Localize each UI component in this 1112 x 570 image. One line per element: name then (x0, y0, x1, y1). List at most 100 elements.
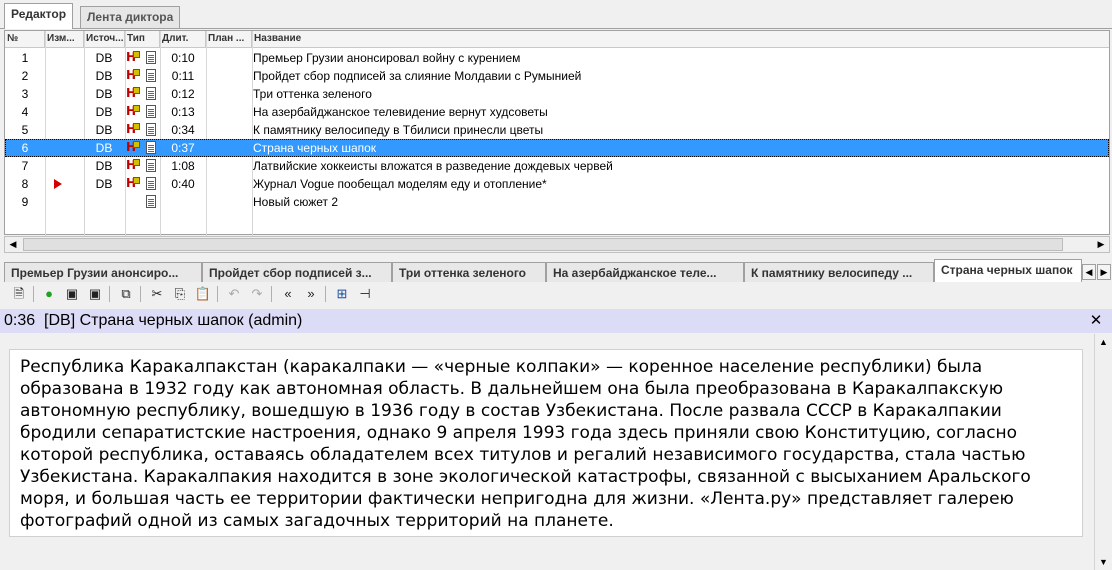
headline-type-icon: H (126, 51, 140, 64)
row-source: DB (95, 69, 113, 83)
row-number: 5 (21, 123, 29, 137)
scroll-up-icon[interactable]: ▲ (1095, 334, 1112, 350)
row-type-cell (126, 193, 160, 211)
table-row[interactable]: 8 DB H 0:40 Журнал Vogue пообещал моделям ед… (5, 175, 1109, 193)
approve-icon[interactable]: ● (39, 284, 59, 304)
row-number: 2 (21, 69, 29, 83)
headline-type-icon: H (126, 141, 140, 154)
row-duration: 0:34 (171, 123, 195, 137)
row-modified-cell (46, 49, 82, 67)
flag-icon (54, 179, 62, 189)
editor-toolbar: 🗎 ● ▣ ▣ ⧉ ✂ ⎘ 📋 ↶ ↷ « » ⊞ ⊣ (0, 282, 1112, 306)
copy-story-icon[interactable]: ⧉ (116, 284, 136, 304)
story-tab[interactable]: Три оттенка зеленого (392, 262, 546, 282)
text-document-icon (146, 87, 156, 100)
row-title: На азербайджанское телевидение вернут ху… (253, 105, 548, 119)
save-all-icon[interactable]: ▣ (85, 284, 105, 304)
close-icon[interactable]: ✕ (1088, 309, 1104, 333)
row-type-cell: H (126, 49, 160, 67)
prev-icon[interactable]: « (278, 284, 298, 304)
text-document-icon (146, 51, 156, 64)
table-row[interactable]: 2 DB H 0:11 Пройдет сбор подписей за слияние… (5, 67, 1109, 85)
row-number: 3 (21, 87, 29, 101)
table-row[interactable]: 5 DB H 0:34 К памятнику велосипеду в Тбилиси… (5, 121, 1109, 139)
save-icon[interactable]: ▣ (62, 284, 82, 304)
row-source: DB (95, 87, 113, 101)
row-duration (161, 193, 205, 211)
table-row[interactable]: 4 DB H 0:13 На азербайджанское телевидение в… (5, 103, 1109, 121)
vertical-scrollbar[interactable]: ▲ ▼ (1094, 334, 1112, 570)
text-document-icon (146, 123, 156, 136)
tab-editor[interactable]: Редактор (4, 3, 74, 29)
col-header-duration[interactable]: Длит. (160, 31, 206, 48)
story-tab[interactable]: Пройдет сбор подписей з... (202, 262, 392, 282)
tab-announcer-feed[interactable]: Лента диктора (80, 6, 181, 28)
row-duration: 0:12 (171, 87, 195, 101)
text-document-icon (146, 195, 156, 208)
horizontal-scrollbar[interactable]: ◀ ▶ (4, 236, 1110, 253)
redo-icon[interactable]: ↷ (247, 284, 267, 304)
scroll-right-icon[interactable]: ▶ (1093, 237, 1109, 252)
rundown-grid: № Изм... Источ... Тип Длит. План ... Наз… (4, 30, 1110, 236)
headline-type-icon: H (126, 69, 140, 82)
row-duration: 0:37 (171, 141, 195, 155)
headline-type-icon: H (126, 159, 140, 172)
layout-icon[interactable]: ⊞ (332, 284, 352, 304)
row-duration: 1:08 (171, 159, 195, 173)
tab-scroll-left-icon[interactable]: ◀ (1082, 264, 1096, 280)
col-header-num[interactable]: № (5, 31, 45, 48)
scroll-left-icon[interactable]: ◀ (5, 237, 21, 252)
row-duration: 0:10 (171, 51, 195, 65)
row-source: DB (95, 123, 113, 137)
tab-divider (0, 28, 1112, 29)
story-tab-active[interactable]: Страна черных шапок (934, 259, 1082, 282)
scroll-thumb[interactable] (23, 238, 1063, 251)
row-source: DB (95, 177, 113, 191)
col-header-plan[interactable]: План ... (206, 31, 252, 48)
row-source: DB (95, 141, 113, 155)
toolbar-separator (271, 286, 272, 302)
row-modified-cell (46, 103, 82, 121)
top-tab-bar: Редактор Лента диктора (0, 0, 1112, 30)
story-tab[interactable]: Премьер Грузии анонсиро... (4, 262, 202, 282)
row-modified-cell (46, 85, 82, 103)
row-number: 7 (21, 159, 29, 173)
toolbar-separator (109, 286, 110, 302)
row-type-cell: H (126, 67, 160, 85)
toolbar-separator (140, 286, 141, 302)
new-document-icon[interactable]: 🗎 (9, 284, 29, 304)
row-title: К памятнику велосипеду в Тбилиси принесл… (253, 123, 544, 137)
row-modified-cell (46, 193, 82, 211)
text-document-icon (146, 69, 156, 82)
row-type-cell: H (126, 121, 160, 139)
cut-icon[interactable]: ✂ (147, 284, 167, 304)
paste-icon[interactable]: 📋 (193, 284, 213, 304)
row-source: DB (95, 105, 113, 119)
story-tab[interactable]: К памятнику велосипеду ... (744, 262, 934, 282)
headline-type-icon: H (126, 123, 140, 136)
next-icon[interactable]: » (301, 284, 321, 304)
row-type-cell: H (126, 139, 160, 157)
col-header-source[interactable]: Источ... (84, 31, 125, 48)
table-row[interactable]: 7 DB H 1:08 Латвийские хоккеисты вложатся в … (5, 157, 1109, 175)
row-modified-cell (46, 121, 82, 139)
table-row[interactable]: 9 Новый сюжет 2 (5, 193, 1109, 211)
story-text-editor[interactable]: Республика Каракалпакстан (каракалпаки —… (9, 349, 1083, 537)
row-type-cell: H (126, 157, 160, 175)
table-row[interactable]: 6 DB H 0:37 Страна черных шапок (5, 139, 1109, 157)
story-tab[interactable]: На азербайджанское теле... (546, 262, 744, 282)
story-title: 0:36 [DB] Страна черных шапок (admin) (4, 312, 303, 329)
col-header-name[interactable]: Название (252, 31, 1110, 48)
pin-icon[interactable]: ⊣ (355, 284, 375, 304)
undo-icon[interactable]: ↶ (224, 284, 244, 304)
scroll-down-icon[interactable]: ▼ (1095, 554, 1112, 570)
copy-icon[interactable]: ⎘ (170, 284, 190, 304)
table-row[interactable]: 3 DB H 0:12 Три оттенка зеленого (5, 85, 1109, 103)
col-header-modified[interactable]: Изм... (45, 31, 84, 48)
row-title: Новый сюжет 2 (253, 195, 339, 209)
row-number: 6 (21, 141, 29, 155)
col-header-type[interactable]: Тип (125, 31, 160, 48)
row-number: 1 (21, 51, 29, 65)
table-row[interactable]: 1 DB H 0:10 Премьер Грузии анонсировал войну… (5, 49, 1109, 67)
tab-scroll-right-icon[interactable]: ▶ (1097, 264, 1111, 280)
